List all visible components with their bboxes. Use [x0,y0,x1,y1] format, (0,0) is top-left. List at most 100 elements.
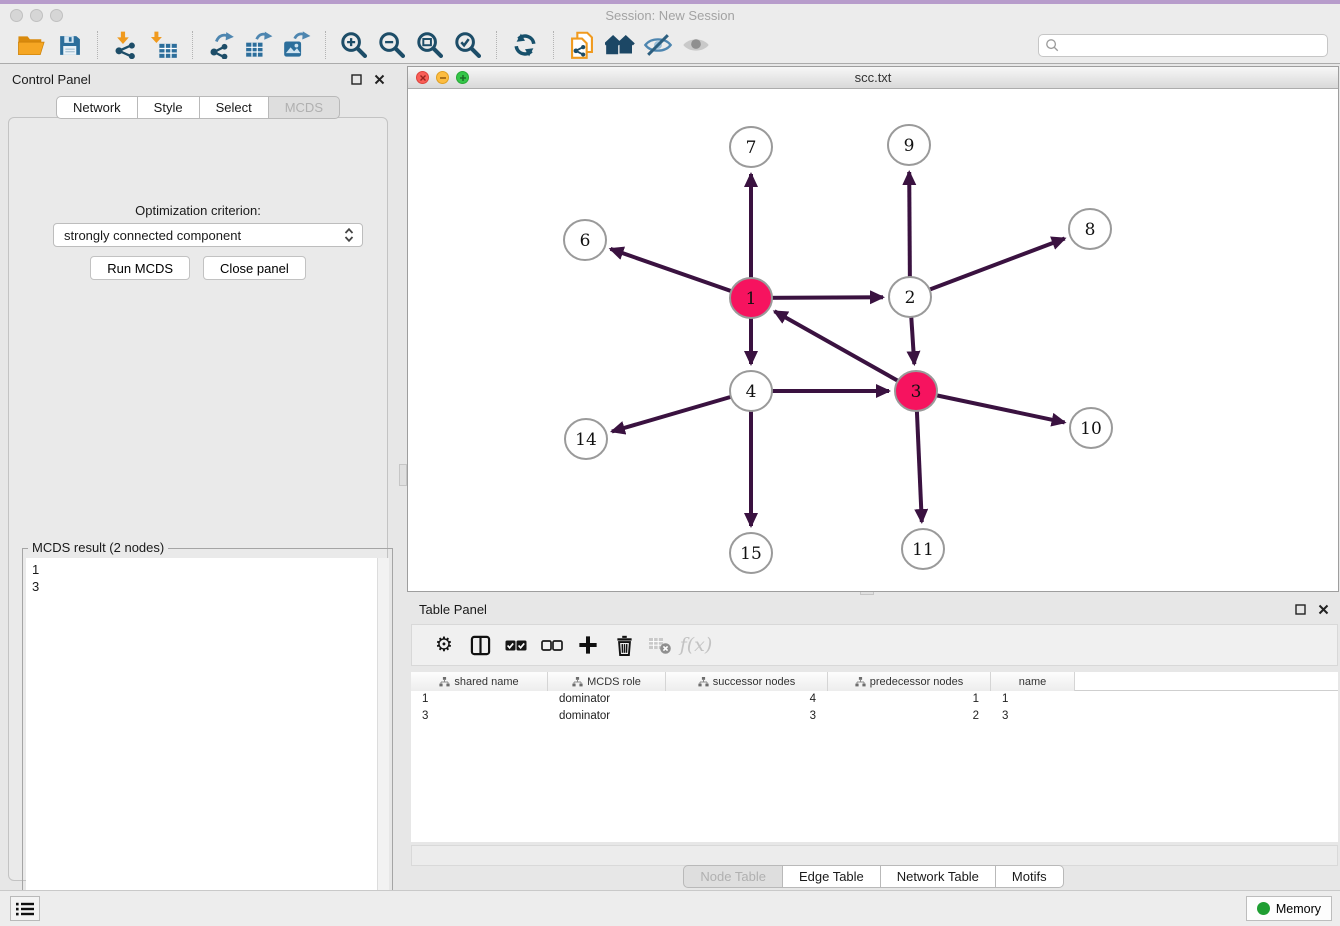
table-cell[interactable]: 1 [411,691,548,708]
graph-node-label-9: 9 [904,136,915,156]
graph-edge-3-10[interactable] [916,391,1065,422]
graph-node-label-2: 2 [905,288,916,308]
search-field-wrap [1038,34,1328,57]
combobox-stepper-icon [342,226,356,244]
table-row-2[interactable]: 3dominator323 [411,708,1338,725]
column-header-shared-name[interactable]: shared name [411,672,548,691]
graph-edge-3-1[interactable] [775,311,917,391]
graph-node-label-6: 6 [580,231,591,251]
graph-node-label-8: 8 [1085,220,1096,240]
table-cell[interactable]: 3 [411,708,548,725]
control-panel-header: Control Panel [0,68,396,90]
close-panel-icon[interactable] [373,73,386,86]
graph-edge-1-6[interactable] [611,249,752,298]
toolbar-separator [553,31,554,59]
table-tab-network-table[interactable]: Network Table [881,865,996,888]
refresh-icon[interactable] [506,29,544,61]
table-cell[interactable]: 4 [666,691,828,708]
graph-node-6[interactable]: 6 [564,220,606,260]
task-history-button[interactable] [10,896,40,921]
delete-column-icon[interactable] [606,628,642,662]
column-header-label: shared name [454,676,518,688]
mcds-result-text[interactable]: 1 3 [26,558,377,926]
network-canvas[interactable]: 7 9 6 8 1 2 4 3 14 10 15 11 [408,89,1338,591]
table-cell[interactable]: 1 [991,691,1075,708]
tab-mcds[interactable]: MCDS [269,96,340,119]
table-cell[interactable]: dominator [548,708,666,725]
mcds-panel: Optimization criterion: strongly connect… [8,117,388,881]
float-table-panel-icon[interactable] [1294,603,1307,616]
optimization-criterion-label: Optimization criterion: [9,203,387,218]
float-panel-icon[interactable] [350,73,363,86]
graph-node-7[interactable]: 7 [730,127,772,167]
zoom-fit-icon[interactable] [411,29,449,61]
export-table-icon[interactable] [240,29,278,61]
close-panel-button[interactable]: Close panel [203,256,306,280]
graph-node-14[interactable]: 14 [565,419,607,459]
network-window-title: scc.txt [408,70,1338,85]
houses-icon[interactable] [601,29,639,61]
toolbar-separator [97,31,98,59]
network-window-titlebar[interactable]: scc.txt [408,67,1338,89]
zoom-selected-icon[interactable] [449,29,487,61]
table-cell[interactable]: dominator [548,691,666,708]
table-cell[interactable]: 3 [991,708,1075,725]
table-mode-gear-icon[interactable]: ⚙ [426,628,462,662]
criterion-select[interactable]: strongly connected component [53,223,363,247]
graph-node-2[interactable]: 2 [889,277,931,317]
select-all-checks-icon[interactable] [498,628,534,662]
export-network-icon[interactable] [202,29,240,61]
vertical-splitter-grip[interactable] [399,464,407,486]
import-table-icon[interactable] [145,29,183,61]
search-icon [1045,38,1060,53]
column-header-name[interactable]: name [991,672,1075,691]
table-tab-edge-table[interactable]: Edge Table [783,865,881,888]
titlebar: Session: New Session [0,4,1340,27]
table-tab-motifs[interactable]: Motifs [996,865,1064,888]
eye-icon[interactable] [677,29,715,61]
zoom-out-icon[interactable] [373,29,411,61]
open-session-icon[interactable] [12,29,50,61]
column-header-predecessor-nodes[interactable]: predecessor nodes [828,672,991,691]
graph-node-11[interactable]: 11 [902,529,944,569]
duplicate-network-icon[interactable] [563,29,601,61]
deselect-all-checks-icon[interactable] [534,628,570,662]
close-table-panel-icon[interactable] [1317,603,1330,616]
table-cell[interactable]: 1 [828,691,991,708]
tab-network[interactable]: Network [56,96,138,119]
graph-node-8[interactable]: 8 [1069,209,1111,249]
table-cell[interactable]: 2 [828,708,991,725]
graph-node-label-14: 14 [575,430,597,450]
show-columns-icon[interactable] [462,628,498,662]
graph-edge-2-8[interactable] [910,239,1065,298]
import-network-icon[interactable] [107,29,145,61]
save-session-icon[interactable] [50,29,88,61]
table-horizontal-scrollbar[interactable] [411,845,1338,866]
add-column-icon[interactable] [570,628,606,662]
result-scrollbar[interactable] [377,558,389,926]
memory-button[interactable]: Memory [1246,896,1332,921]
graph-node-1[interactable]: 1 [730,278,772,318]
tab-select[interactable]: Select [200,96,269,119]
mcds-result-title: MCDS result (2 nodes) [28,540,168,555]
zoom-in-icon[interactable] [335,29,373,61]
table-cell[interactable]: 3 [666,708,828,725]
run-mcds-button[interactable]: Run MCDS [90,256,190,280]
graph-node-3[interactable]: 3 [895,371,937,411]
column-header-successor-nodes[interactable]: successor nodes [666,672,828,691]
tab-style[interactable]: Style [138,96,200,119]
toolbar-separator [192,31,193,59]
graph-node-4[interactable]: 4 [730,371,772,411]
column-header-MCDS-role[interactable]: MCDS role [548,672,666,691]
graph-node-15[interactable]: 15 [730,533,772,573]
graph-node-10[interactable]: 10 [1070,408,1112,448]
export-image-icon[interactable] [278,29,316,61]
table-row-1[interactable]: 1dominator411 [411,691,1338,708]
graph-node-label-3: 3 [911,382,922,402]
eye-slash-icon[interactable] [639,29,677,61]
control-panel: Control Panel NetworkStyleSelectMCDS Opt… [0,64,396,886]
search-input[interactable] [1038,34,1328,57]
table-tab-node-table[interactable]: Node Table [683,865,783,888]
graph-node-9[interactable]: 9 [888,125,930,165]
vertical-splitter[interactable] [399,64,407,886]
